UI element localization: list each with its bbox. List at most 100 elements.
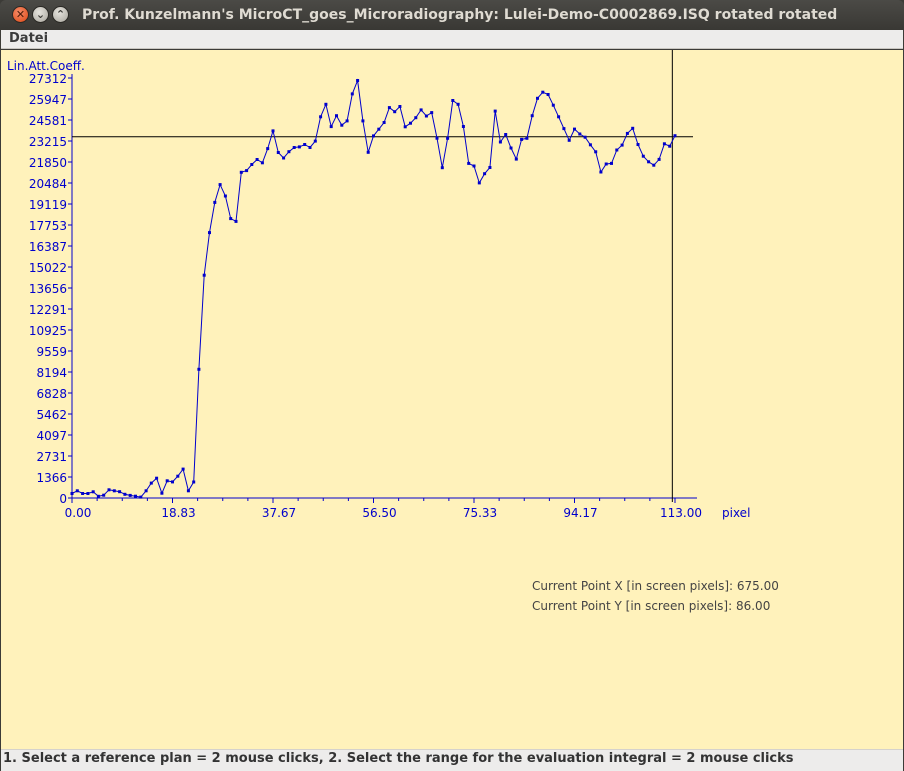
data-point xyxy=(652,163,656,167)
y-tick-label: 9559 xyxy=(36,345,67,359)
data-point xyxy=(75,489,79,493)
maximize-window-button[interactable]: ⌃ xyxy=(52,6,69,23)
y-tick-label: 0 xyxy=(59,492,67,506)
data-point xyxy=(409,121,412,125)
data-point xyxy=(287,150,291,154)
data-point xyxy=(435,136,439,140)
current-point-y-readout: Current Point Y [in screen pixels]: 86.0… xyxy=(532,599,770,613)
x-tick-label: 37.67 xyxy=(262,506,296,520)
data-point xyxy=(403,125,407,129)
data-point xyxy=(446,136,450,140)
data-point xyxy=(467,161,471,165)
data-point xyxy=(657,157,661,161)
data-point xyxy=(149,481,153,485)
data-point xyxy=(398,105,402,108)
y-tick-label: 4097 xyxy=(36,429,67,443)
data-point xyxy=(377,127,381,131)
data-point xyxy=(345,119,349,123)
minimize-icon: ⌄ xyxy=(35,8,46,21)
data-point xyxy=(647,160,651,164)
y-tick-label: 13656 xyxy=(29,282,67,296)
data-point xyxy=(86,492,90,495)
data-point xyxy=(668,144,672,148)
data-point xyxy=(541,90,545,94)
data-point xyxy=(483,172,487,176)
y-tick-label: 23215 xyxy=(29,135,67,149)
y-tick-label: 17753 xyxy=(29,219,67,233)
data-point xyxy=(419,108,423,112)
data-point xyxy=(245,169,249,173)
data-point xyxy=(260,161,264,165)
data-point xyxy=(239,170,243,174)
y-tick-label: 5462 xyxy=(36,408,67,422)
data-point xyxy=(498,140,502,144)
y-tick-label: 27312 xyxy=(29,72,67,86)
data-point xyxy=(514,157,518,161)
data-point xyxy=(393,110,397,114)
minimize-window-button[interactable]: ⌄ xyxy=(32,6,49,23)
profile-chart[interactable]: 0 1366 2731 4097 5462 6828 8194 9559 10925 12291 1… xyxy=(1,50,903,749)
x-tick-label: 113.00 xyxy=(660,506,702,520)
x-axis-label: pixel xyxy=(722,506,750,520)
data-point xyxy=(192,480,196,484)
data-point xyxy=(165,479,169,483)
data-point xyxy=(625,131,629,135)
maximize-icon: ⌃ xyxy=(55,8,66,21)
x-tick-label: 75.33 xyxy=(463,506,497,520)
x-tick-label: 0.00 xyxy=(65,506,92,520)
data-point xyxy=(520,137,524,141)
close-window-button[interactable]: ✕ xyxy=(12,6,29,23)
y-axis-label: Lin.Att.Coeff. xyxy=(7,59,85,73)
data-point xyxy=(81,492,85,495)
data-point xyxy=(604,162,608,166)
data-point xyxy=(223,194,227,198)
data-point xyxy=(451,99,455,102)
data-point xyxy=(324,102,328,106)
data-point xyxy=(430,111,434,115)
data-point xyxy=(610,161,613,165)
x-tick-label: 18.83 xyxy=(161,506,195,520)
data-point xyxy=(308,146,312,149)
data-point xyxy=(208,231,211,235)
current-point-x-readout: Current Point X [in screen pixels]: 675.… xyxy=(532,579,779,593)
data-point xyxy=(673,134,677,138)
data-point xyxy=(96,494,100,498)
y-tick-label: 19119 xyxy=(29,198,67,212)
data-point xyxy=(313,139,317,143)
data-point xyxy=(160,491,164,495)
data-point xyxy=(440,166,444,170)
y-tick-label: 16387 xyxy=(29,240,67,254)
data-point xyxy=(536,96,539,100)
y-tick-label: 24581 xyxy=(29,114,67,128)
data-point xyxy=(382,121,386,124)
data-point xyxy=(319,115,323,119)
data-point xyxy=(181,467,185,471)
data-point xyxy=(525,136,529,140)
data-point xyxy=(335,114,338,118)
data-point xyxy=(70,492,74,495)
data-point xyxy=(662,142,666,146)
x-tick-label: 56.50 xyxy=(362,506,396,520)
data-point xyxy=(615,148,619,152)
data-point xyxy=(123,492,127,496)
data-point xyxy=(202,273,206,277)
plot-canvas[interactable]: 0 1366 2731 4097 5462 6828 8194 9559 10925 12291 1… xyxy=(1,50,903,749)
data-point xyxy=(266,147,270,151)
data-point xyxy=(530,114,534,118)
status-bar: 1. Select a reference plan = 2 mouse cli… xyxy=(1,749,903,771)
x-tick-label: 94.17 xyxy=(563,506,597,520)
data-point xyxy=(303,143,307,146)
data-point xyxy=(387,106,391,110)
data-point xyxy=(282,156,286,160)
data-point xyxy=(329,125,333,129)
menu-datei[interactable]: Datei xyxy=(9,31,48,46)
data-point xyxy=(631,126,635,130)
data-point xyxy=(620,143,624,147)
window-title: Prof. Kunzelmann's MicroCT_goes_Microrad… xyxy=(82,7,838,23)
data-point xyxy=(112,489,116,493)
data-point xyxy=(641,154,645,158)
data-point xyxy=(424,114,428,118)
data-point xyxy=(250,163,254,166)
data-point xyxy=(171,480,174,484)
window-titlebar[interactable]: ✕ ⌄ ⌃ Prof. Kunzelmann's MicroCT_goes_Mi… xyxy=(0,0,904,30)
